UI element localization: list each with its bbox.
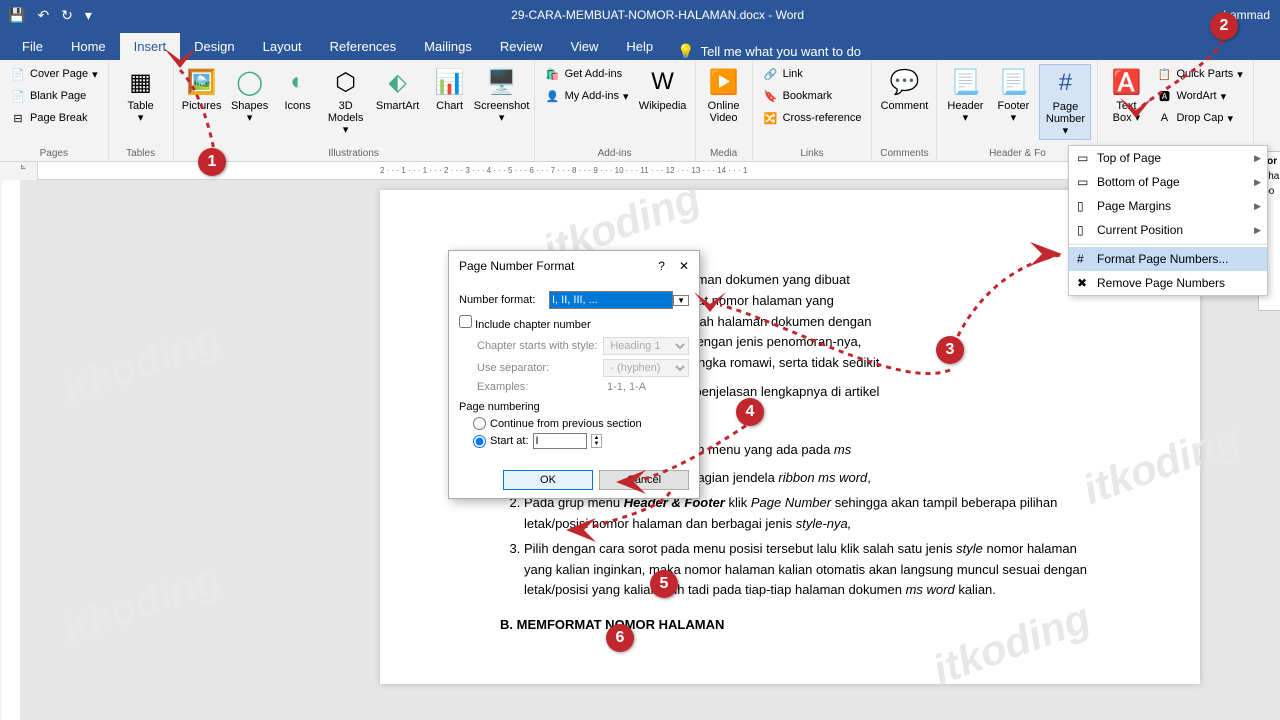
arrow-icon [160,44,200,76]
quick-parts-button[interactable]: 📋Quick Parts ▾ [1152,64,1246,84]
smartart-button[interactable]: ⬖SmartArt [372,64,424,114]
tab-layout[interactable]: Layout [249,33,316,60]
group-illustrations: 🖼️Pictures ◯Shapes▾ ◐Icons ⬡3D Models ▾ … [174,60,535,161]
separator-select: - (hyphen) [603,359,689,377]
tell-me[interactable]: 💡 Tell me what you want to do [667,43,871,60]
cross-reference-button[interactable]: 🔀Cross-reference [759,108,866,128]
chevron-down-icon[interactable]: ▼ [673,295,689,306]
save-icon[interactable]: 💾 [8,7,25,24]
table-button[interactable]: ▦Table▾ [115,64,167,126]
menu-remove-page-numbers[interactable]: ✖Remove Page Numbers [1069,271,1267,295]
header-button[interactable]: 📃Header▾ [943,64,987,126]
group-media: ▶️Online Video Media [696,60,753,161]
list-item: Pada grup menu Header & Footer klik Page… [524,493,1100,535]
start-at-input[interactable] [533,433,587,449]
page-number-menu: ▭Top of Page▶ ▭Bottom of Page▶ ▯Page Mar… [1068,145,1268,296]
arrow-icon [1118,96,1154,126]
close-icon[interactable]: ✕ [679,259,689,273]
wikipedia-button[interactable]: WWikipedia [637,64,689,114]
online-video-button[interactable]: ▶️Online Video [702,64,746,126]
group-links: 🔗Link 🔖Bookmark 🔀Cross-reference Links [753,60,873,161]
link-button[interactable]: 🔗Link [759,64,866,84]
arrow-icon [564,516,598,544]
page-number-format-dialog: Page Number Format ? ✕ Number format: I,… [448,250,700,499]
list-item: Pilih dengan cara sorot pada menu posisi… [524,539,1100,601]
number-format-label: Number format: [459,294,549,306]
callout-4: 4 [736,398,764,426]
qat-customize-icon[interactable]: ▾ [85,7,92,24]
group-addins: 🛍️Get Add-ins 👤My Add-ins ▾ WWikipedia A… [535,60,696,161]
callout-1: 1 [198,148,226,176]
ok-button[interactable]: OK [503,470,593,490]
undo-icon[interactable]: ↶ [37,7,49,24]
bookmark-button[interactable]: 🔖Bookmark [759,86,866,106]
3d-models-button[interactable]: ⬡3D Models ▾ [324,64,368,138]
arrow-icon [692,290,726,318]
my-addins-button[interactable]: 👤My Add-ins ▾ [541,86,633,106]
group-pages: 📄Cover Page ▾ 📄Blank Page ⊟Page Break Pa… [0,60,109,161]
chart-button[interactable]: 📊Chart [428,64,472,114]
icons-button[interactable]: ◐Icons [276,64,320,114]
blank-page-button[interactable]: 📄Blank Page [6,86,102,106]
bulb-icon: 💡 [677,43,694,60]
footer-button[interactable]: 📃Footer▾ [991,64,1035,126]
menu-format-page-numbers[interactable]: #Format Page Numbers... [1069,247,1267,271]
page-number-button[interactable]: #Page Number ▾ [1039,64,1091,140]
page-numbering-label: Page numbering [459,401,689,413]
tab-file[interactable]: File [8,33,57,60]
menu-page-margins[interactable]: ▯Page Margins▶ [1069,194,1267,218]
tab-help[interactable]: Help [612,33,667,60]
menu-current-position[interactable]: ▯Current Position▶ [1069,218,1267,242]
menu-top-of-page[interactable]: ▭Top of Page▶ [1069,146,1267,170]
get-addins-button[interactable]: 🛍️Get Add-ins [541,64,633,84]
tab-mailings[interactable]: Mailings [410,33,486,60]
redo-icon[interactable]: ↻ [61,7,73,24]
help-icon[interactable]: ? [658,259,665,273]
callout-5: 5 [650,570,678,598]
continue-radio[interactable] [473,417,486,430]
arrow-icon [1028,240,1064,268]
drop-cap-button[interactable]: ADrop Cap ▾ [1152,108,1246,128]
menu-bottom-of-page[interactable]: ▭Bottom of Page▶ [1069,170,1267,194]
number-format-select[interactable]: I, II, III, ... [549,291,673,309]
tab-home[interactable]: Home [57,33,120,60]
window-title: 29-CARA-MEMBUAT-NOMOR-HALAMAN.docx - Wor… [92,8,1223,22]
callout-6: 6 [606,624,634,652]
shapes-button[interactable]: ◯Shapes▾ [228,64,272,126]
page-break-button[interactable]: ⊟Page Break [6,108,102,128]
wordart-button[interactable]: 🅰WordArt ▾ [1152,86,1246,106]
callout-2: 2 [1210,12,1238,40]
group-comments: 💬Comment Comments [872,60,937,161]
spinner[interactable]: ▲▼ [591,434,603,448]
start-at-radio[interactable] [473,435,486,448]
arrow-icon [614,468,648,496]
vertical-ruler[interactable] [2,180,20,720]
chapter-style-select: Heading 1 [603,337,689,355]
tab-review[interactable]: Review [486,33,557,60]
callout-3: 3 [936,336,964,364]
titlebar: 💾 ↶ ↻ ▾ 29-CARA-MEMBUAT-NOMOR-HALAMAN.do… [0,0,1280,30]
ruler-corner: ⊾ [20,162,38,180]
cover-page-button[interactable]: 📄Cover Page ▾ [6,64,102,84]
include-chapter-checkbox[interactable] [459,315,472,328]
comment-button[interactable]: 💬Comment [878,64,930,114]
dialog-title: Page Number Format [459,259,574,273]
tab-references[interactable]: References [316,33,410,60]
screenshot-button[interactable]: 🖥️Screenshot▾ [476,64,528,126]
tab-view[interactable]: View [556,33,612,60]
